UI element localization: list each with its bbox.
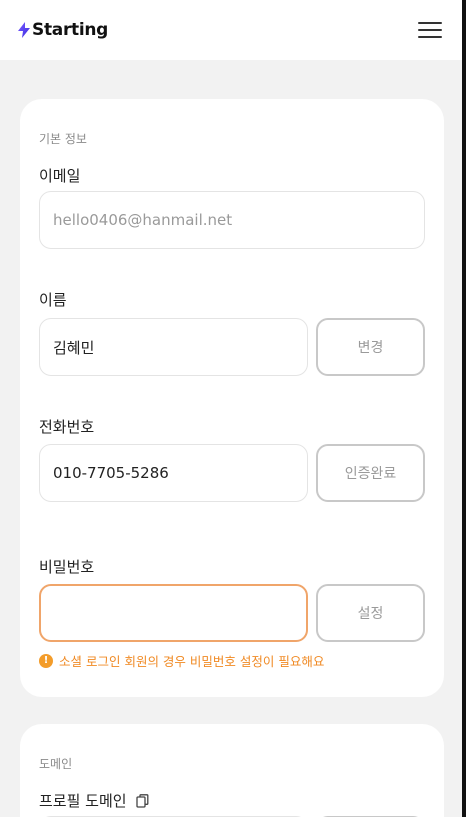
password-warning-text: 소셜 로그인 회원의 경우 비밀번호 설정이 필요해요	[59, 654, 325, 669]
domain-card: 도메인 프로필 도메인	[20, 724, 444, 817]
bolt-icon	[18, 22, 30, 38]
logo[interactable]: Starting	[18, 20, 108, 40]
warning-icon: !	[39, 653, 53, 668]
password-warning: ! 소셜 로그인 회원의 경우 비밀번호 설정이 필요해요	[39, 651, 324, 670]
basic-info-card: 기본 정보 이메일 hello0406@hanmail.net 이름 김혜민 변…	[20, 99, 444, 697]
password-field[interactable]	[39, 584, 308, 642]
copy-icon[interactable]	[136, 794, 149, 808]
app-header: Starting	[0, 0, 462, 60]
profile-domain-label-text: 프로필 도메인	[39, 792, 127, 810]
email-field: hello0406@hanmail.net	[39, 191, 425, 249]
phone-field[interactable]: 010-7705-5286	[39, 444, 308, 502]
profile-domain-label: 프로필 도메인	[39, 790, 149, 811]
phone-label: 전화번호	[39, 418, 95, 436]
hamburger-menu-icon[interactable]	[418, 20, 442, 40]
verified-button[interactable]: 인증완료	[316, 444, 425, 502]
set-password-button[interactable]: 설정	[316, 584, 425, 642]
section-title-basic-info: 기본 정보	[39, 132, 87, 146]
email-label: 이메일	[39, 167, 81, 185]
change-name-button[interactable]: 변경	[316, 318, 425, 376]
section-title-domain: 도메인	[39, 757, 73, 771]
logo-text: Starting	[32, 20, 109, 40]
name-label: 이름	[39, 291, 67, 309]
screen-edge	[462, 0, 466, 817]
password-label: 비밀번호	[39, 558, 95, 576]
name-field[interactable]: 김혜민	[39, 318, 308, 376]
